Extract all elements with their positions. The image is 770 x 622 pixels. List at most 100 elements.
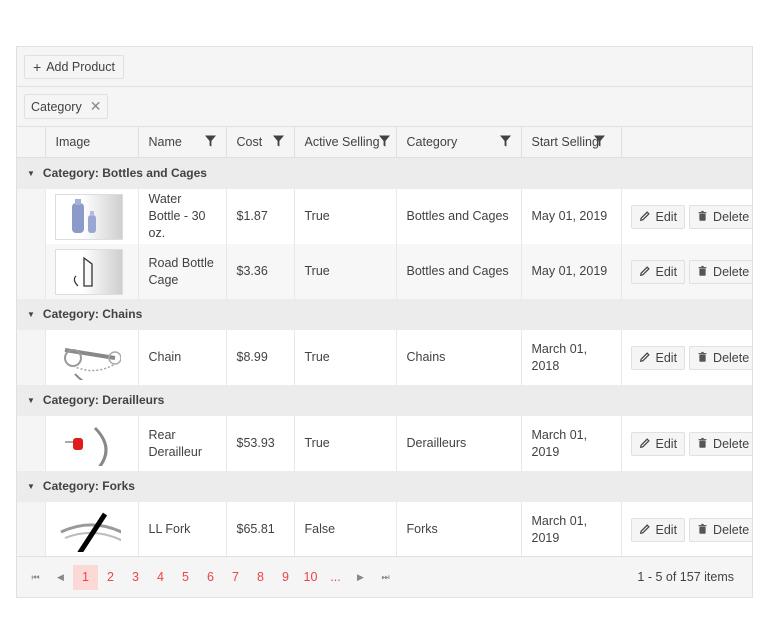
delete-label: Delete — [713, 522, 750, 537]
next-page-icon[interactable]: ▶ — [348, 572, 373, 583]
image-cell — [44, 416, 138, 471]
collapse-arrow-icon[interactable]: ▼ — [27, 165, 35, 182]
edit-label: Edit — [655, 209, 678, 224]
filter-icon[interactable] — [378, 135, 390, 147]
image-cell — [44, 244, 138, 299]
column-header-actions[interactable] — [620, 127, 752, 158]
active-selling-cell: True — [293, 416, 396, 471]
close-icon[interactable]: ✕ — [90, 98, 102, 115]
column-header-name[interactable]: Name — [137, 127, 226, 158]
edit-button[interactable]: Edit — [630, 431, 686, 456]
page-button[interactable]: 9 — [273, 565, 298, 590]
filter-icon[interactable] — [593, 135, 605, 147]
first-page-icon[interactable]: ⏮ — [23, 572, 48, 583]
page-button[interactable]: 7 — [223, 565, 248, 590]
table-row[interactable]: Road Bottle Cage $3.36 True Bottles and … — [17, 244, 752, 299]
column-header-label: Cost — [236, 135, 263, 149]
page-button[interactable]: 10 — [298, 565, 323, 590]
road-bottle-cage-image — [54, 248, 123, 295]
cost-cell: $3.36 — [225, 244, 294, 299]
product-grid: + Add Product Category ✕ Image Name Cost Ac… — [16, 46, 753, 598]
column-header-cost[interactable]: Cost — [225, 127, 294, 158]
delete-button[interactable]: Delete — [689, 204, 752, 229]
more-pages-button[interactable]: ... — [323, 565, 348, 590]
group-header[interactable]: ▼ Category: Forks — [17, 471, 752, 502]
delete-label: Delete — [713, 209, 750, 224]
column-header-category[interactable]: Category — [395, 127, 521, 158]
group-chip-category[interactable]: Category ✕ — [24, 94, 109, 119]
group-row[interactable]: ▼ Category: Chains — [17, 299, 752, 330]
page-button[interactable]: 5 — [173, 565, 198, 590]
group-panel: Category ✕ — [17, 87, 752, 127]
column-header-active-selling[interactable]: Active Selling — [293, 127, 396, 158]
column-header-label: Category — [406, 135, 458, 149]
actions-cell: Edit Delete — [620, 189, 752, 244]
plus-icon: + — [33, 58, 42, 75]
pencil-icon — [639, 210, 651, 224]
group-indent-cell — [17, 416, 45, 471]
active-selling-cell: False — [293, 502, 396, 557]
add-product-button[interactable]: + Add Product — [24, 54, 124, 79]
group-chip-label: Category — [31, 99, 82, 114]
group-row[interactable]: ▼ Category: Bottles and Cages — [17, 157, 752, 189]
start-selling-cell: March 01, 2018 — [520, 330, 621, 385]
page-button[interactable]: 6 — [198, 565, 223, 590]
table-row[interactable]: Rear Derailleur $53.93 True Derailleurs … — [17, 416, 752, 471]
image-cell — [44, 189, 138, 244]
filter-icon[interactable] — [272, 135, 284, 147]
delete-button[interactable]: Delete — [689, 345, 752, 370]
group-row[interactable]: ▼ Category: Forks — [17, 471, 752, 502]
filter-icon[interactable] — [204, 135, 216, 147]
group-row[interactable]: ▼ Category: Derailleurs — [17, 385, 752, 416]
rear-derailleur-image — [54, 421, 121, 466]
trash-icon — [697, 437, 708, 451]
edit-button[interactable]: Edit — [630, 259, 686, 284]
add-product-label: Add Product — [46, 59, 115, 74]
column-header-image[interactable]: Image — [44, 127, 138, 158]
category-cell: Derailleurs — [395, 416, 521, 471]
cost-cell: $65.81 — [225, 502, 294, 557]
name-cell: LL Fork — [137, 502, 226, 557]
edit-button[interactable]: Edit — [630, 517, 686, 542]
ll-fork-image — [54, 507, 121, 552]
edit-label: Edit — [655, 522, 678, 537]
page-button[interactable]: 4 — [148, 565, 173, 590]
delete-button[interactable]: Delete — [689, 517, 752, 542]
collapse-arrow-icon[interactable]: ▼ — [27, 478, 35, 495]
group-title: Category: Chains — [42, 306, 143, 321]
cost-cell: $8.99 — [225, 330, 294, 385]
actions-cell: Edit Delete — [620, 502, 752, 557]
collapse-arrow-icon[interactable]: ▼ — [27, 392, 35, 409]
group-header[interactable]: ▼ Category: Derailleurs — [17, 385, 752, 416]
page-button[interactable]: 1 — [73, 564, 98, 590]
page-button[interactable]: 8 — [248, 565, 273, 590]
start-selling-cell: May 01, 2019 — [520, 244, 621, 299]
edit-button[interactable]: Edit — [630, 345, 686, 370]
group-header[interactable]: ▼ Category: Chains — [17, 299, 752, 330]
filter-icon[interactable] — [499, 135, 511, 147]
pencil-icon — [639, 437, 651, 451]
active-selling-cell: True — [293, 189, 396, 244]
image-cell — [44, 330, 138, 385]
actions-cell: Edit Delete — [620, 330, 752, 385]
table-row[interactable]: Chain $8.99 True Chains March 01, 2018 E… — [17, 330, 752, 385]
name-cell: Water Bottle - 30 oz. — [137, 189, 226, 244]
name-cell: Rear Derailleur — [137, 416, 226, 471]
trash-icon — [697, 351, 708, 365]
prev-page-icon[interactable]: ◀ — [48, 572, 73, 583]
collapse-arrow-icon[interactable]: ▼ — [27, 306, 35, 323]
page-button[interactable]: 3 — [123, 565, 148, 590]
cost-cell: $1.87 — [225, 189, 294, 244]
edit-button[interactable]: Edit — [630, 204, 686, 229]
column-header-label: Start Selling — [531, 135, 599, 149]
table-row[interactable]: LL Fork $65.81 False Forks March 01, 201… — [17, 502, 752, 557]
last-page-icon[interactable]: ⏭ — [373, 572, 398, 583]
group-indent-cell — [17, 502, 45, 557]
delete-button[interactable]: Delete — [689, 431, 752, 456]
group-header[interactable]: ▼ Category: Bottles and Cages — [17, 157, 752, 189]
column-header-start-selling[interactable]: Start Selling — [520, 127, 621, 158]
name-cell: Chain — [137, 330, 226, 385]
delete-button[interactable]: Delete — [689, 259, 752, 284]
table-row[interactable]: Water Bottle - 30 oz. $1.87 True Bottles… — [17, 189, 752, 244]
page-button[interactable]: 2 — [98, 565, 123, 590]
